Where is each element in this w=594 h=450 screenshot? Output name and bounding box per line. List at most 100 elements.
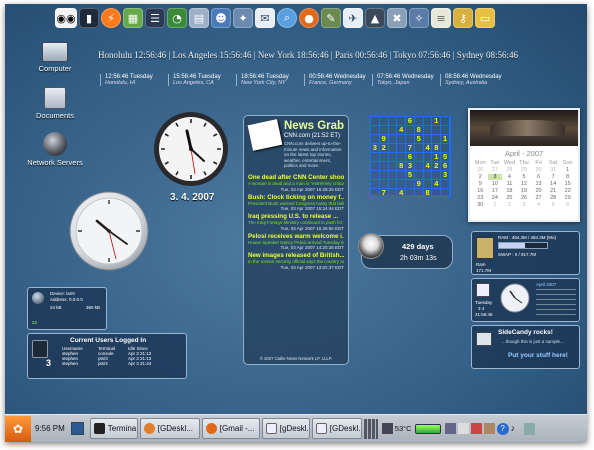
sudoku-cell[interactable] [379,153,389,162]
calendar-day[interactable]: 27 [488,167,503,173]
sudoku-cell[interactable] [397,171,407,180]
sudoku-cell[interactable] [379,171,389,180]
sudoku-cell[interactable] [388,153,398,162]
battery-indicator[interactable] [414,423,441,434]
sudoku-cell[interactable]: 3 [441,171,450,180]
sudoku-cell[interactable] [388,144,398,153]
calendar-day[interactable]: 13 [531,181,546,187]
calendar-day[interactable]: 9 [473,181,488,187]
desktop-icon-computer[interactable]: Computer [20,42,90,73]
terminal-icon[interactable]: ▮ [79,8,99,28]
sudoku-cell[interactable]: 8 [397,162,407,171]
sudoku-cell[interactable] [432,189,442,198]
sudoku-cell[interactable] [432,126,442,135]
sudoku-cell[interactable] [423,126,433,135]
calendar-day[interactable]: 24 [488,195,503,201]
sudoku-cell[interactable]: 5 [414,135,424,144]
desktop-icon-documents[interactable]: Documents [20,87,90,120]
calendar-day[interactable]: 26 [517,195,532,201]
calendar-day[interactable]: 8 [560,174,575,180]
sudoku-cell[interactable] [371,189,380,198]
keyboard-icon[interactable] [483,422,495,434]
sudoku-cell[interactable] [406,126,415,135]
calendar-day[interactable]: 30 [473,202,488,208]
sudoku-cell[interactable] [371,126,380,135]
sudoku-cell[interactable] [406,180,415,189]
calendar-day[interactable]: 16 [473,188,488,194]
calendar-day[interactable]: 17 [488,188,503,194]
calendar-day[interactable]: 3 [517,202,532,208]
tools-icon[interactable]: ✖ [387,8,407,28]
sudoku-cell[interactable] [371,180,380,189]
trash-icon[interactable] [523,422,535,435]
show-desktop-icon[interactable] [70,422,84,435]
calendar-day[interactable]: 5 [546,202,561,208]
sudoku-cell[interactable] [371,162,380,171]
task-terminal[interactable]: Termina... [89,418,138,439]
desktop-icon-network-servers[interactable]: Network Servers [20,132,90,167]
update-icon[interactable] [470,422,482,434]
list-icon[interactable]: ☰ [145,8,165,28]
news-item[interactable]: Bush: Clock ticking on money f... Preside… [244,194,348,212]
network-icon[interactable] [444,422,456,434]
sudoku-cell[interactable]: 4 [432,180,442,189]
help-icon[interactable]: ? [496,422,509,435]
sudoku-cell[interactable] [414,162,424,171]
calendar-day[interactable]: 4 [531,202,546,208]
calendar-day[interactable]: 2 [502,202,517,208]
sudoku-cell[interactable] [406,189,415,198]
sudoku-cell[interactable]: 4 [397,126,407,135]
calendar-day[interactable]: 7 [546,174,561,180]
sudoku-cell[interactable]: 1 [432,117,442,126]
sudoku-cell[interactable] [441,180,450,189]
bird-icon[interactable]: ✈ [343,8,363,28]
keys-icon[interactable]: ⚷ [453,8,473,28]
file-manager-icon[interactable]: ▤ [189,8,209,28]
eyes-icon[interactable]: ◉◉ [55,8,77,28]
calendar-day[interactable]: 29 [517,167,532,173]
sudoku-cell[interactable] [371,117,380,126]
sudoku-cell[interactable] [388,171,398,180]
mail-tray-icon[interactable] [457,422,469,434]
people-icon[interactable]: ☻ [211,8,231,28]
sudoku-cell[interactable] [414,153,424,162]
calendar-day[interactable]: 4 [502,174,517,180]
calendar-day[interactable]: 27 [531,195,546,201]
search-icon[interactable]: ⌕ [277,8,297,28]
sudoku-cell[interactable]: 8 [423,189,433,198]
calendar-day[interactable]: 11 [502,181,517,187]
news-item[interactable]: New images released of British... In the … [244,252,348,270]
calendar-day[interactable]: 6 [560,202,575,208]
news-item[interactable]: Pelosi receives warm welcome i... House S… [244,233,348,251]
sudoku-cell[interactable] [379,117,389,126]
sudoku-cell[interactable]: 4 [397,189,407,198]
calendar-day[interactable]: 1 [488,202,503,208]
calendar-day[interactable]: 25 [502,195,517,201]
task-gdesklets-1[interactable]: [GDeskl... [139,418,200,439]
mail-icon[interactable]: ✉ [255,8,275,28]
calendar-day[interactable]: 30 [531,167,546,173]
news-item[interactable]: One dead after CNN Center shoo... A woman… [244,174,348,192]
firefox-icon[interactable]: ● [299,8,319,28]
sudoku-cell[interactable] [441,189,450,198]
sudoku-cell[interactable]: 4 [423,162,433,171]
calendar-day[interactable]: 3 [487,174,503,180]
sudoku-cell[interactable] [441,117,450,126]
sudoku-cell[interactable] [388,135,398,144]
sudoku-cell[interactable] [388,189,398,198]
calendar-day[interactable]: 1 [560,167,575,173]
notes-icon[interactable]: ≡ [431,8,451,28]
calendar-day[interactable]: 22 [560,188,575,194]
sudoku-grid[interactable]: 614895132748615834265394748 [370,116,451,198]
calendar-day[interactable]: 21 [546,188,561,194]
calendar-day[interactable]: 23 [473,195,488,201]
sudoku-cell[interactable]: 5 [406,171,415,180]
calendar-day[interactable]: 31 [546,167,561,173]
news-item[interactable]: Iraq pressing U.S. to release ... The Ira… [244,213,348,231]
star-icon[interactable]: ✦ [233,8,253,28]
sudoku-cell[interactable] [388,126,398,135]
calendar-day[interactable]: 28 [502,167,517,173]
gimp-icon[interactable]: ✎ [321,8,341,28]
lightning-icon[interactable]: ⚡ [101,8,121,28]
workspace-switcher[interactable] [363,418,378,439]
